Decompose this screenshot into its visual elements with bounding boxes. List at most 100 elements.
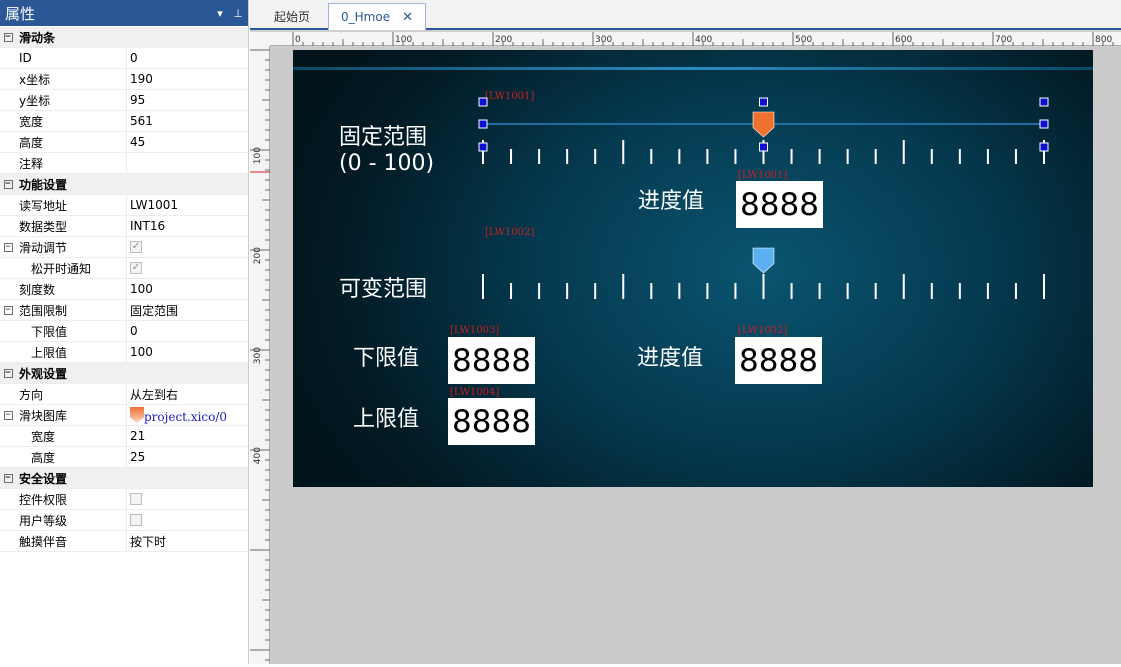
property-value[interactable]: 100 <box>126 278 248 300</box>
pin-icon[interactable]: ⊥ <box>230 7 246 20</box>
property-value[interactable]: ✓ <box>126 236 248 258</box>
tab-start-page[interactable]: 起始页 <box>262 3 322 30</box>
property-category[interactable]: − 外观设置 <box>0 363 248 384</box>
expander <box>0 132 16 153</box>
property-value[interactable]: 25 <box>126 446 248 468</box>
resize-handle[interactable] <box>478 97 488 107</box>
property-row[interactable]: 刻度数 100 <box>0 278 248 300</box>
property-row[interactable]: − 滑块图库 project.xico/0 <box>0 404 248 426</box>
ruler-label: 0 <box>295 35 301 45</box>
property-value[interactable]: 按下时 <box>126 530 248 552</box>
property-value[interactable]: ✓ <box>126 257 248 279</box>
property-row[interactable]: − 范围限制 固定范围 <box>0 299 248 321</box>
resize-handle[interactable] <box>478 119 488 129</box>
ruler-corner <box>250 32 270 46</box>
property-category[interactable]: − 功能设置 <box>0 174 248 195</box>
expander <box>0 531 16 552</box>
lower-limit-display[interactable]: 8888 <box>448 337 535 384</box>
property-row[interactable]: 读写地址 LW1001 <box>0 194 248 216</box>
collapse-icon[interactable]: − <box>3 368 13 378</box>
slider2-handle[interactable] <box>752 247 775 274</box>
property-value[interactable]: 45 <box>126 131 248 153</box>
progress-display-2[interactable]: 8888 <box>735 337 822 384</box>
checkbox[interactable]: ✓ <box>130 262 142 274</box>
resize-handle[interactable] <box>759 142 768 152</box>
expander[interactable]: − <box>0 27 16 48</box>
resize-handle[interactable] <box>1039 97 1049 107</box>
expander[interactable]: − <box>0 363 16 384</box>
property-value[interactable]: 100 <box>126 341 248 363</box>
property-row[interactable]: 上限值 100 <box>0 341 248 363</box>
property-row[interactable]: 松开时通知 ✓ <box>0 257 248 279</box>
property-value[interactable]: 0 <box>126 47 248 69</box>
value-text: 从左到右 <box>130 387 179 402</box>
property-row[interactable]: 数据类型 INT16 <box>0 215 248 237</box>
expander[interactable]: − <box>0 405 16 426</box>
property-row[interactable]: 触摸伴音 按下时 <box>0 530 248 552</box>
upper-limit-display[interactable]: 8888 <box>448 398 535 445</box>
panel-title: 属性 <box>5 4 36 23</box>
expander <box>0 279 16 300</box>
property-value[interactable]: 从左到右 <box>126 383 248 405</box>
progress-display-1[interactable]: 8888 <box>736 181 823 228</box>
property-value[interactable]: 0 <box>126 320 248 342</box>
resize-handle[interactable] <box>1039 142 1049 152</box>
ruler-left: 100 200 300 400 <box>250 46 270 664</box>
property-value[interactable]: 561 <box>126 110 248 132</box>
close-icon[interactable]: ✕ <box>402 10 413 25</box>
property-row[interactable]: 控件权限 <box>0 488 248 510</box>
property-row[interactable]: 宽度 21 <box>0 425 248 447</box>
resize-handle[interactable] <box>478 142 488 152</box>
property-row[interactable]: 方向 从左到右 <box>0 383 248 405</box>
expander[interactable]: − <box>0 300 16 321</box>
property-name: 宽度 <box>19 114 44 129</box>
expander[interactable]: − <box>0 174 16 195</box>
property-value[interactable] <box>126 488 248 510</box>
collapse-icon[interactable]: − <box>3 179 13 189</box>
checkbox[interactable]: ✓ <box>130 241 142 253</box>
dropdown-icon[interactable]: ▾ <box>212 7 228 20</box>
property-value[interactable] <box>126 509 248 531</box>
checkbox[interactable] <box>130 514 142 526</box>
collapse-icon[interactable]: − <box>3 410 13 420</box>
collapse-icon[interactable]: − <box>3 305 13 315</box>
image-library-link[interactable]: project.xico/0 <box>144 410 227 424</box>
property-value[interactable]: project.xico/0 <box>126 404 248 426</box>
resize-handle[interactable] <box>759 97 768 107</box>
property-value[interactable]: 190 <box>126 68 248 90</box>
property-value[interactable]: INT16 <box>126 215 248 237</box>
property-row[interactable]: 宽度 561 <box>0 110 248 132</box>
property-row[interactable]: x坐标 190 <box>0 68 248 90</box>
value-text: LW1001 <box>130 198 178 212</box>
property-value[interactable]: 95 <box>126 89 248 111</box>
collapse-icon[interactable]: − <box>3 242 13 252</box>
property-row[interactable]: ID 0 <box>0 47 248 69</box>
expander <box>0 216 16 237</box>
collapse-icon[interactable]: − <box>3 473 13 483</box>
property-row[interactable]: 注释 <box>0 152 248 174</box>
expander[interactable]: − <box>0 468 16 489</box>
property-row[interactable]: − 滑动调节 ✓ <box>0 236 248 258</box>
value-text: 45 <box>130 135 146 149</box>
property-row[interactable]: 下限值 0 <box>0 320 248 342</box>
property-value[interactable]: 固定范围 <box>126 299 248 321</box>
property-row[interactable]: 高度 45 <box>0 131 248 153</box>
property-category[interactable]: − 安全设置 <box>0 468 248 489</box>
expander[interactable]: − <box>0 237 16 258</box>
property-value[interactable]: 21 <box>126 425 248 447</box>
property-value[interactable] <box>126 152 248 174</box>
slider1-handle[interactable] <box>752 111 775 138</box>
property-row[interactable]: y坐标 95 <box>0 89 248 111</box>
ruler-label: 800 <box>1095 35 1112 45</box>
collapse-icon[interactable]: − <box>3 32 13 42</box>
property-row[interactable]: 用户等级 <box>0 509 248 531</box>
value-text: 0 <box>130 324 138 338</box>
tab-0-hmoe[interactable]: 0_Hmoe ✕ <box>328 3 426 30</box>
resize-handle[interactable] <box>1039 119 1049 129</box>
property-row[interactable]: 高度 25 <box>0 446 248 468</box>
hmi-screen[interactable]: 固定范围 (0 - 100) [LW1001] [LW1001] [LW1002… <box>293 50 1093 487</box>
checkbox[interactable] <box>130 493 142 505</box>
property-value[interactable]: LW1001 <box>126 194 248 216</box>
value-text: 100 <box>130 345 153 359</box>
property-category[interactable]: − 滑动条 <box>0 27 248 48</box>
